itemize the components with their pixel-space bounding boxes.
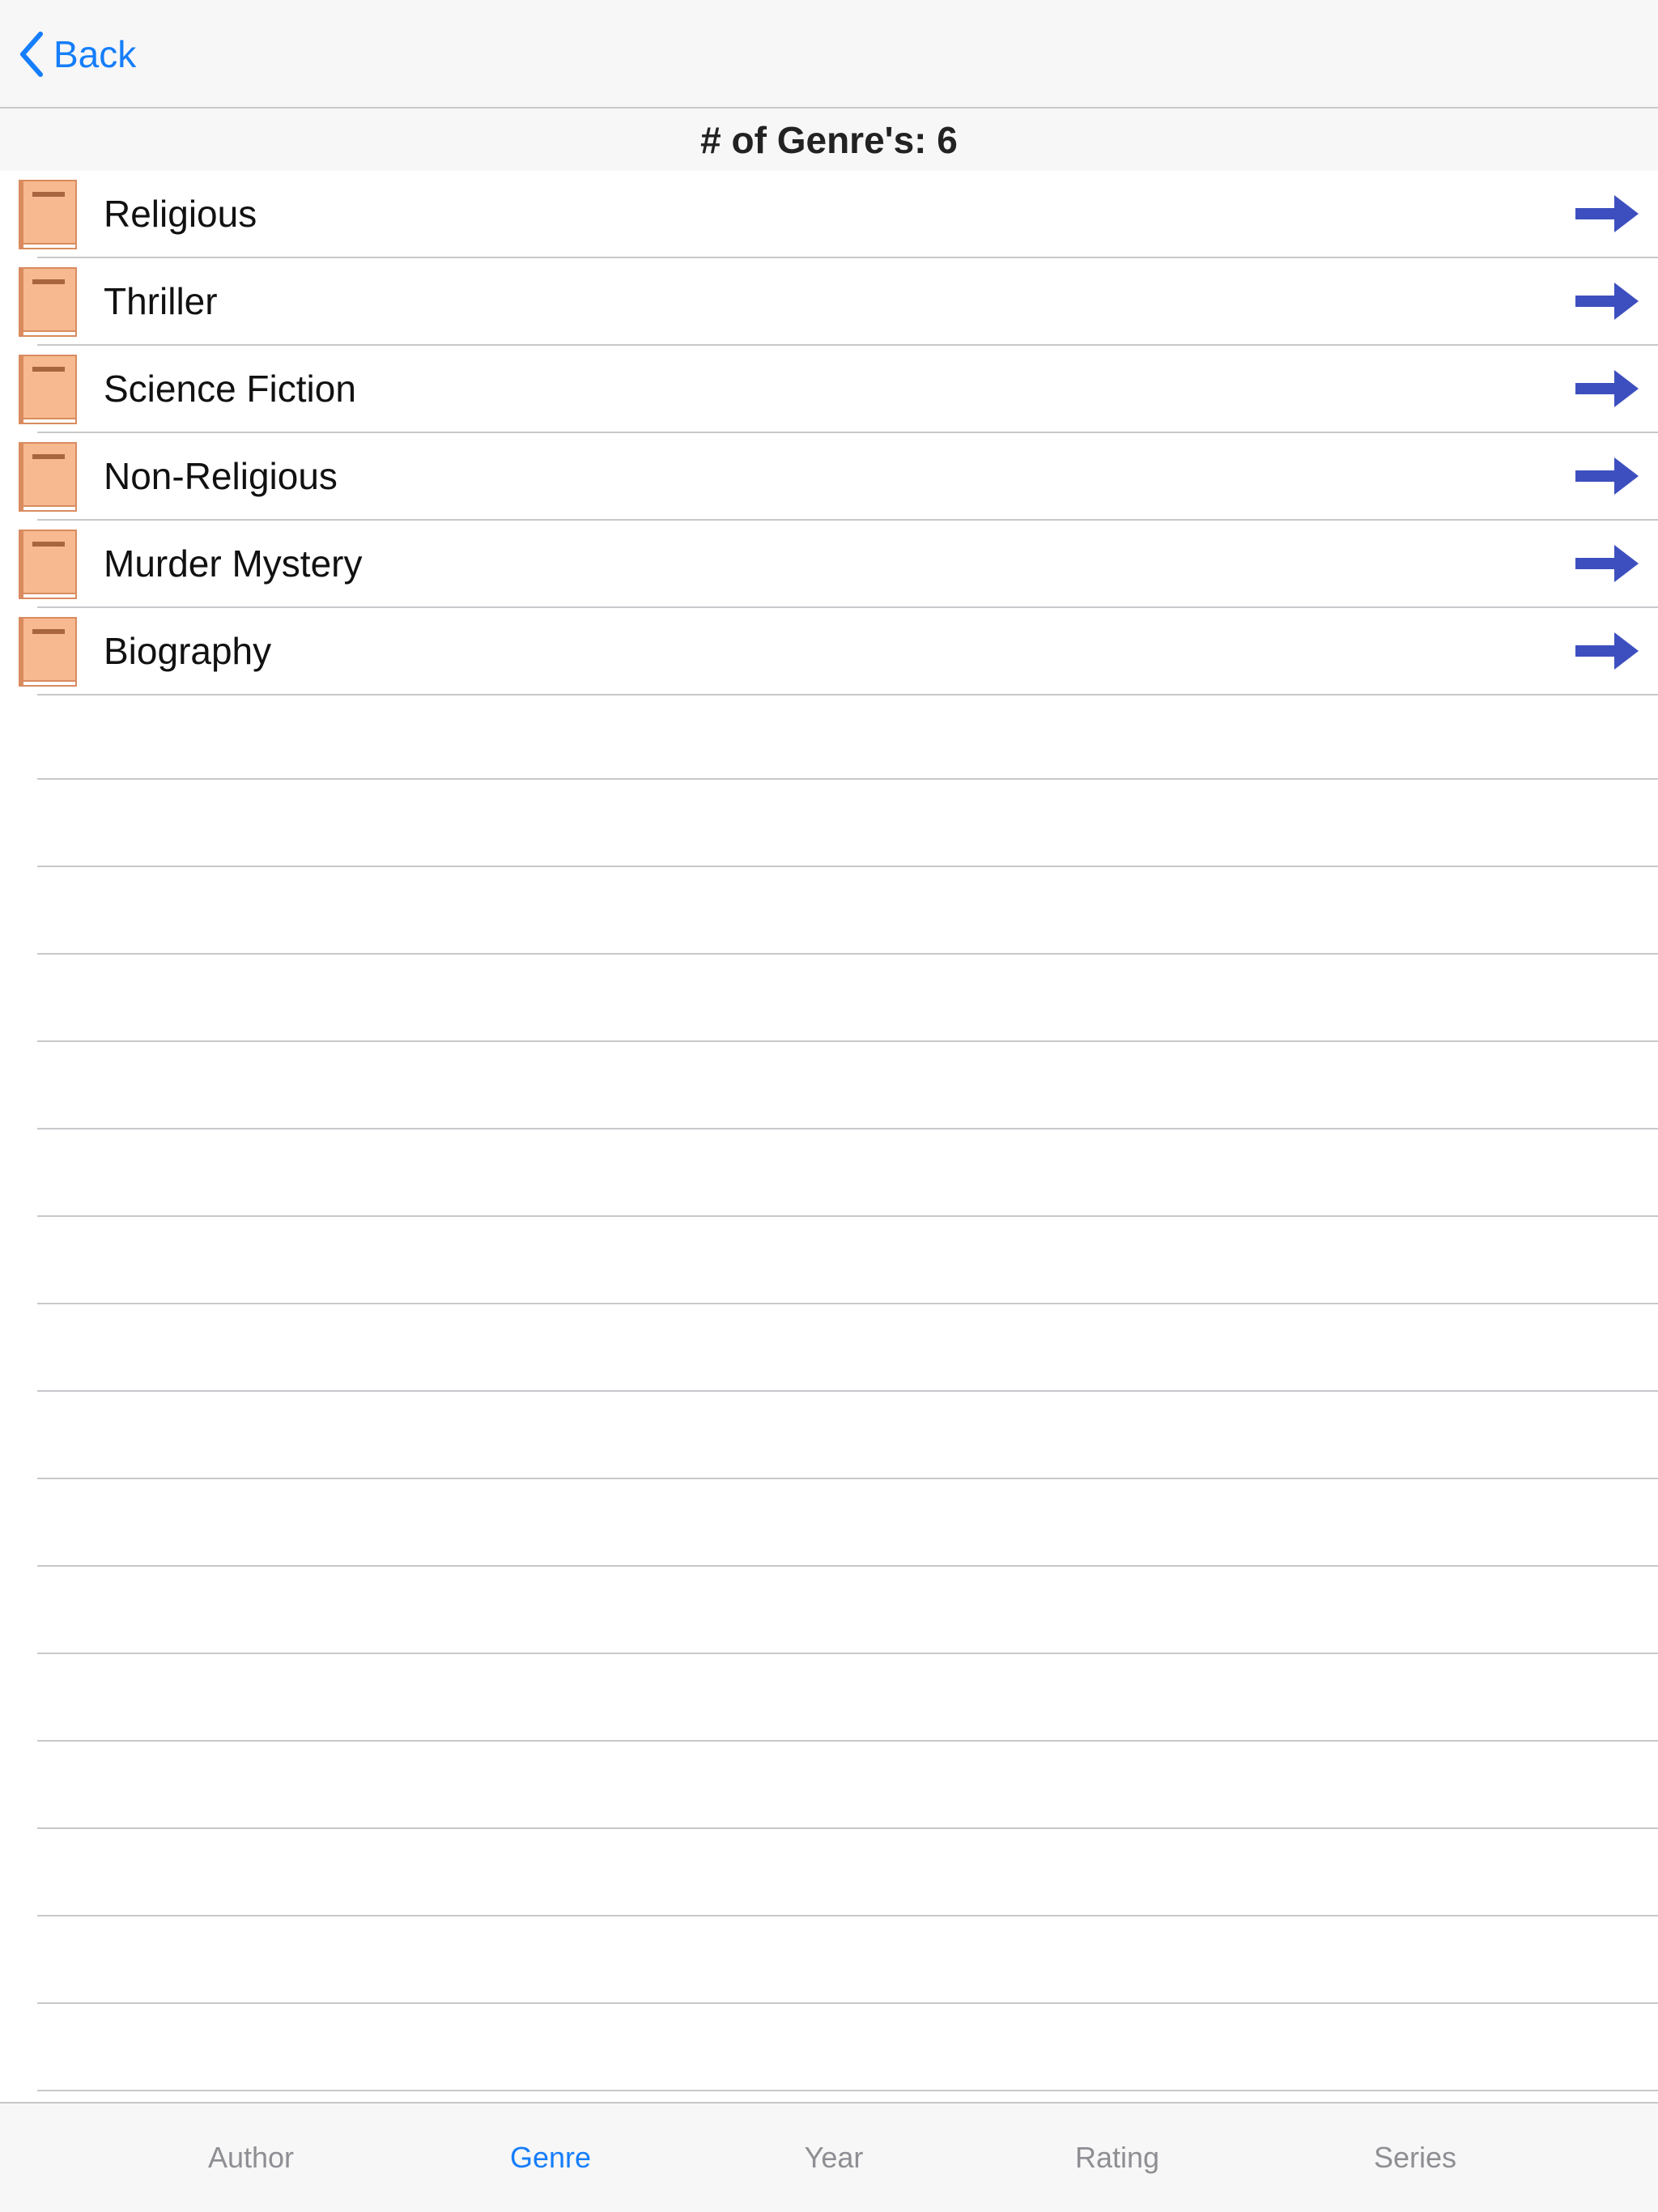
genre-row-non-religious[interactable]: Non-Religious bbox=[19, 433, 1658, 521]
genre-row-murder-mystery[interactable]: Murder Mystery bbox=[19, 521, 1658, 608]
empty-row bbox=[37, 867, 1658, 955]
tab-genre[interactable]: Genre bbox=[470, 2104, 631, 2212]
empty-row bbox=[37, 1567, 1658, 1654]
tab-author[interactable]: Author bbox=[170, 2104, 332, 2212]
section-header: # of Genre's: 6 bbox=[0, 108, 1658, 171]
book-icon bbox=[19, 530, 77, 599]
genre-list: Religious Thriller Science Fiction Non-R… bbox=[0, 171, 1658, 696]
chevron-left-icon bbox=[20, 32, 43, 77]
right-arrow-icon bbox=[1575, 545, 1639, 582]
right-arrow-icon bbox=[1575, 370, 1639, 407]
empty-row bbox=[37, 955, 1658, 1042]
navigation-bar: Back bbox=[0, 0, 1658, 108]
book-icon bbox=[19, 267, 77, 337]
genre-row-thriller[interactable]: Thriller bbox=[19, 258, 1658, 346]
tab-series[interactable]: Series bbox=[1334, 2104, 1496, 2212]
empty-row bbox=[37, 1654, 1658, 1742]
genre-label: Murder Mystery bbox=[104, 542, 363, 585]
empty-row bbox=[37, 1304, 1658, 1392]
genre-label: Religious bbox=[104, 193, 257, 235]
genre-label: Non-Religious bbox=[104, 455, 338, 497]
genre-label: Thriller bbox=[104, 280, 218, 322]
right-arrow-icon bbox=[1575, 195, 1639, 232]
empty-row bbox=[37, 692, 1658, 780]
right-arrow-icon bbox=[1575, 457, 1639, 495]
empty-row bbox=[37, 1042, 1658, 1129]
empty-row bbox=[37, 2004, 1658, 2091]
book-icon bbox=[19, 180, 77, 249]
empty-row bbox=[37, 1829, 1658, 1916]
right-arrow-icon bbox=[1575, 632, 1639, 670]
empty-row bbox=[37, 1479, 1658, 1567]
empty-row bbox=[37, 1392, 1658, 1479]
tab-rating[interactable]: Rating bbox=[1036, 2104, 1198, 2212]
empty-table-area bbox=[37, 692, 1658, 2179]
genre-row-science-fiction[interactable]: Science Fiction bbox=[19, 346, 1658, 433]
genre-label: Biography bbox=[104, 630, 272, 672]
back-label: Back bbox=[53, 33, 137, 75]
tab-bar: Author Genre Year Rating Series bbox=[0, 2102, 1658, 2212]
empty-row bbox=[37, 1916, 1658, 2004]
genre-row-religious[interactable]: Religious bbox=[19, 171, 1658, 258]
book-icon bbox=[19, 442, 77, 512]
empty-row bbox=[37, 1129, 1658, 1217]
genre-label: Science Fiction bbox=[104, 368, 356, 410]
book-icon bbox=[19, 355, 77, 424]
empty-row bbox=[37, 780, 1658, 867]
back-button[interactable]: Back bbox=[18, 26, 136, 83]
book-icon bbox=[19, 617, 77, 687]
tab-year[interactable]: Year bbox=[753, 2104, 915, 2212]
genre-count-title: # of Genre's: 6 bbox=[700, 118, 958, 161]
empty-row bbox=[37, 1742, 1658, 1829]
right-arrow-icon bbox=[1575, 283, 1639, 320]
genre-row-biography[interactable]: Biography bbox=[19, 608, 1658, 696]
empty-row bbox=[37, 1217, 1658, 1304]
